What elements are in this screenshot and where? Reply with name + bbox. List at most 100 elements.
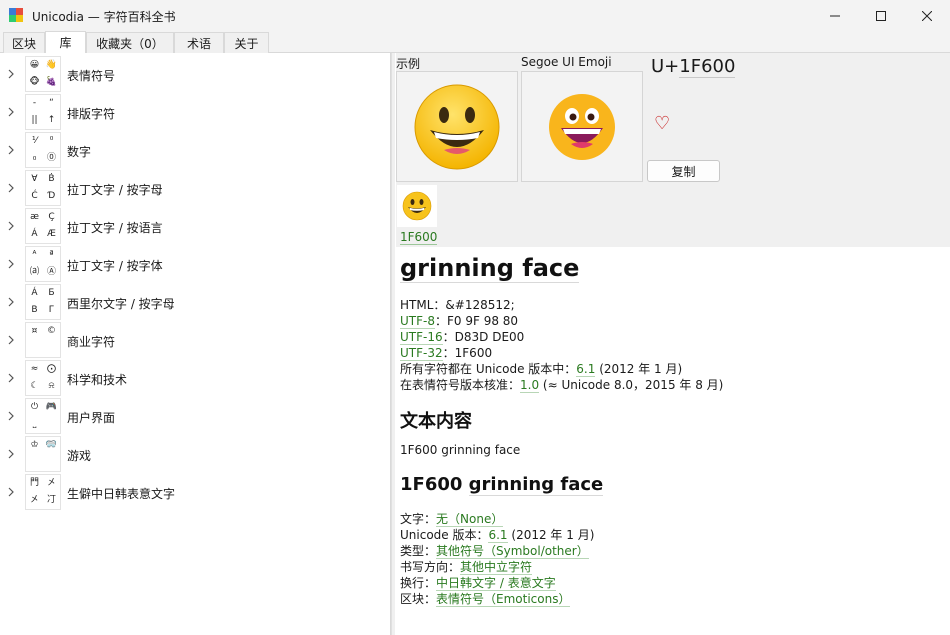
utf16-link[interactable]: UTF-16 <box>400 330 443 345</box>
chevron-right-icon[interactable] <box>6 448 16 460</box>
category-numbers[interactable]: ¹⁄ ⁰ ₀ ⓪ 数字 <box>0 131 390 169</box>
linebreak-link[interactable]: 中日韩文字 / 表意文字 <box>436 576 556 591</box>
minimize-button[interactable] <box>812 0 858 31</box>
category-thumbnail: - “ || ↑ <box>25 94 61 130</box>
category-typography[interactable]: - “ || ↑ 排版字符 <box>0 93 390 131</box>
script-row: 文字：无（None） <box>400 510 504 527</box>
variant-code-link[interactable]: 1F600 <box>400 230 438 245</box>
utf32-link[interactable]: UTF-32 <box>400 346 443 361</box>
chevron-right-icon[interactable] <box>6 106 16 118</box>
category-thumbnail: 門㐅㐅㓅 <box>25 474 61 510</box>
thumb-glyph: ≈ <box>30 364 39 374</box>
utf16-row: UTF-16：D83D DE00 <box>400 328 524 345</box>
heart-outline-icon[interactable]: ♡ <box>654 113 670 134</box>
chevron-right-icon[interactable] <box>6 486 16 498</box>
variant-thumbnail[interactable] <box>397 185 437 227</box>
version-link[interactable]: 6.1 <box>576 362 596 377</box>
grinning-face-icon <box>549 93 615 160</box>
colon: ： <box>442 346 455 360</box>
block-label: 区块： <box>400 592 437 606</box>
category-tree[interactable]: 😀 👋 🐵 🍇 表情符号 - “ || ↑ 排版字符 ¹⁄ ⁰ ₀ ⓪ 数字 ⱯḂĆƊ 拉丁文字 … <box>0 53 391 635</box>
category-rare-cjk[interactable]: 門㐅㐅㓅 生僻中日韩表意文字 <box>0 473 390 511</box>
script-label: 文字： <box>400 512 437 526</box>
category-label: 游戏 <box>67 449 92 463</box>
close-icon <box>922 10 932 21</box>
pane-splitter[interactable] <box>391 53 395 635</box>
category-label: 表情符号 <box>67 69 116 83</box>
thumb-glyph: Á <box>31 288 38 298</box>
thumb-glyph: ⒜ <box>29 267 39 277</box>
utf16-value: D83D DE00 <box>454 330 525 344</box>
emoji-version-link[interactable]: 1.0 <box>520 378 540 393</box>
utf8-link[interactable]: UTF-8 <box>400 314 435 329</box>
tab-glossary[interactable]: 术语 <box>174 32 224 53</box>
category-games[interactable]: ♔ 🥽 游戏 <box>0 435 390 473</box>
thumb-glyph: 👋 <box>45 60 58 70</box>
codepoint-value[interactable]: 1F600 <box>679 56 736 78</box>
grinning-face-icon <box>402 191 432 221</box>
chevron-right-icon[interactable] <box>6 372 16 384</box>
utf32-value: 1F600 <box>454 346 493 360</box>
direction-link[interactable]: 其他中立字符 <box>460 560 533 575</box>
thumb-glyph: ⓪ <box>46 153 56 163</box>
category-thumbnail: ¤ © <box>25 322 61 358</box>
thumb-glyph: 㓅 <box>46 495 56 505</box>
version-prefix: 所有字符都在 Unicode 版本中： <box>400 362 577 376</box>
thumb-glyph: Á <box>31 229 38 239</box>
version-suffix: (2012 年 1 月) <box>595 362 683 376</box>
category-label: 西里尔文字 / 按字母 <box>67 297 175 311</box>
minimize-icon <box>830 15 840 16</box>
category-latin-by-font[interactable]: ᴬ ª ⒜ Ⓐ 拉丁文字 / 按字体 <box>0 245 390 283</box>
category-latin-by-language[interactable]: æÇÁÆ 拉丁文字 / 按语言 <box>0 207 390 245</box>
emoji-version-suffix: (≈ Unicode 8.0，2015 年 8 月) <box>539 378 724 392</box>
category-thumbnail: ♔ 🥽 <box>25 436 61 472</box>
unicode-version-suffix: (2012 年 1 月) <box>507 528 595 542</box>
category-cyrillic[interactable]: ÁБВГ 西里尔文字 / 按字母 <box>0 283 390 321</box>
category-science[interactable]: ≈ ⨀ ☾ ⍾ 科学和技术 <box>0 359 390 397</box>
thumb-glyph: 🎮 <box>45 402 58 412</box>
close-button[interactable] <box>904 0 950 31</box>
tab-favorites[interactable]: 收藏夹（0） <box>86 32 174 53</box>
tab-about[interactable]: 关于 <box>224 32 269 53</box>
category-thumbnail: ⱯḂĆƊ <box>25 170 61 206</box>
chevron-right-icon[interactable] <box>6 296 16 308</box>
category-emoji[interactable]: 😀 👋 🐵 🍇 表情符号 <box>0 55 390 93</box>
thumb-glyph: 㐅 <box>29 495 39 505</box>
unicode-version-link[interactable]: 6.1 <box>488 528 508 543</box>
category-thumbnail: 😀 👋 🐵 🍇 <box>25 56 61 92</box>
tab-library[interactable]: 库 <box>45 31 86 53</box>
copy-button[interactable]: 复制 <box>647 160 720 182</box>
emoji-version-prefix: 在表情符号版本核准： <box>400 378 521 392</box>
section-heading-name: grinning face <box>468 474 604 496</box>
chevron-right-icon[interactable] <box>6 68 16 80</box>
chevron-right-icon[interactable] <box>6 410 16 422</box>
chevron-right-icon[interactable] <box>6 334 16 346</box>
linebreak-row: 换行：中日韩文字 / 表意文字 <box>400 574 556 591</box>
chevron-right-icon[interactable] <box>6 220 16 232</box>
text-content-heading: 文本内容 <box>400 411 472 432</box>
chevron-right-icon[interactable] <box>6 182 16 194</box>
sample-preview <box>396 71 518 182</box>
category-label: 科学和技术 <box>67 373 128 387</box>
chevron-right-icon[interactable] <box>6 144 16 156</box>
codepoint-label: U+1F600 <box>651 56 736 78</box>
type-row: 类型：其他符号（Symbol/other） <box>400 542 589 559</box>
block-link[interactable]: 表情符号（Emoticons） <box>436 592 571 607</box>
maximize-button[interactable] <box>858 0 904 31</box>
script-link[interactable]: 无（None） <box>436 512 504 527</box>
type-link[interactable]: 其他符号（Symbol/other） <box>436 544 589 559</box>
thumb-glyph: ᴬ <box>32 250 37 260</box>
category-latin-by-letter[interactable]: ⱯḂĆƊ 拉丁文字 / 按字母 <box>0 169 390 207</box>
category-commercial[interactable]: ¤ © 商业字符 <box>0 321 390 359</box>
tab-blocks[interactable]: 区块 <box>3 32 45 53</box>
chevron-right-icon[interactable] <box>6 258 16 270</box>
category-thumbnail: ᴬ ª ⒜ Ⓐ <box>25 246 61 282</box>
utf32-row: UTF-32：1F600 <box>400 344 492 361</box>
thumb-glyph: “ <box>49 98 54 108</box>
window-title: Unicodia — 字符百科全书 <box>32 10 176 24</box>
sample-label: 示例 <box>396 57 421 71</box>
thumb-glyph: В <box>31 305 38 315</box>
category-user-interface[interactable]: ⏻ 🎮 ⎵ 用户界面 <box>0 397 390 435</box>
category-thumbnail: ¹⁄ ⁰ ₀ ⓪ <box>25 132 61 168</box>
tab-bar: 区块 库 收藏夹（0） 术语 关于 <box>0 31 950 53</box>
